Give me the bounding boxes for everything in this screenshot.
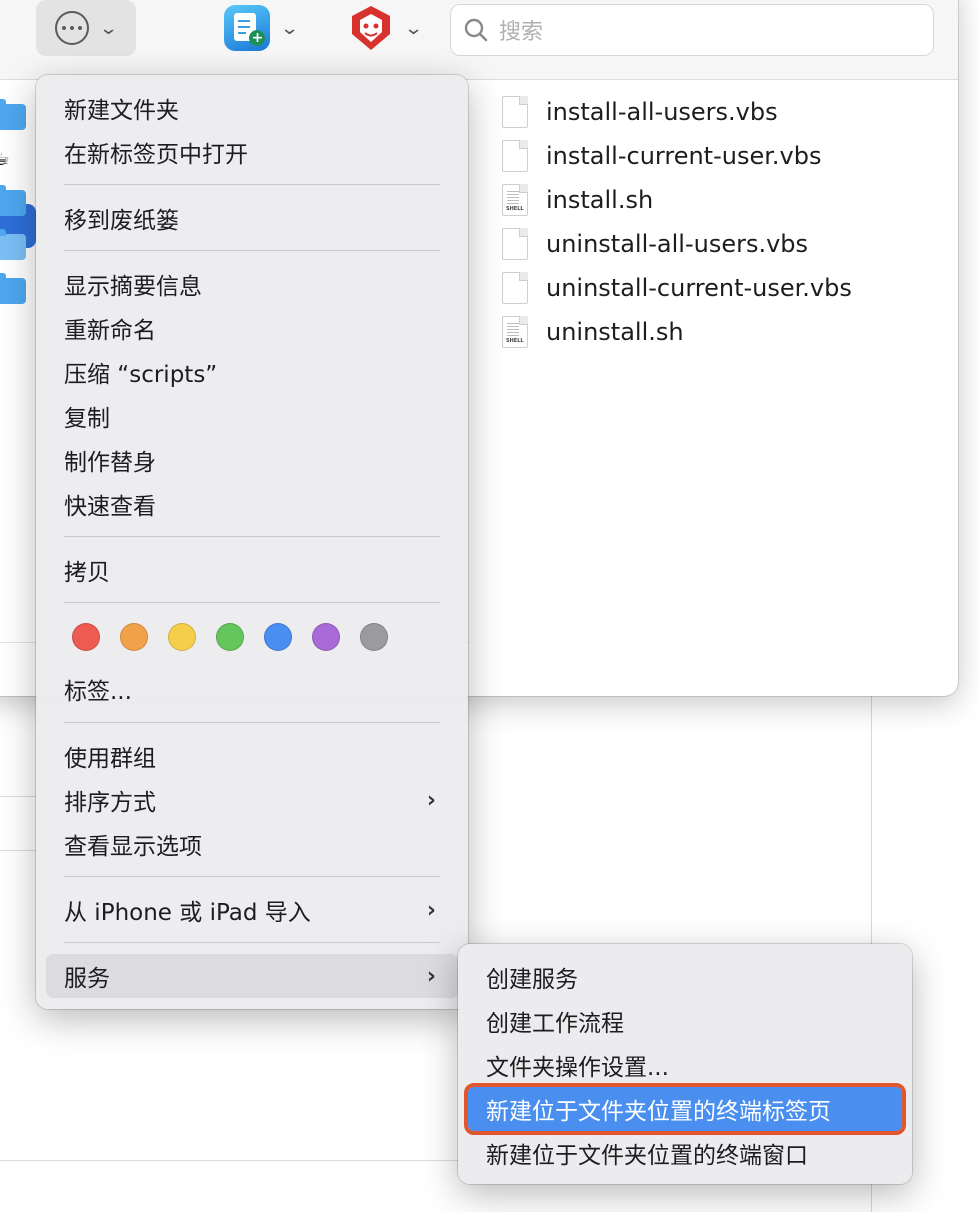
shield-app-icon (348, 4, 394, 52)
menu-separator (64, 876, 440, 877)
tag-purple-dot[interactable] (312, 623, 340, 651)
menu-separator (64, 536, 440, 537)
file-name: uninstall-all-users.vbs (546, 230, 809, 258)
shell-script-icon: SHELL (502, 184, 528, 216)
file-row[interactable]: uninstall-all-users.vbs (502, 224, 808, 264)
tag-green-dot[interactable] (216, 623, 244, 651)
file-row[interactable]: uninstall-current-user.vbs (502, 268, 852, 308)
menu-item-services[interactable]: 服务 › (46, 954, 458, 998)
menu-item-sort-by[interactable]: 排序方式 › (46, 778, 458, 822)
chevron-right-icon: › (426, 897, 436, 923)
tag-blue-dot[interactable] (264, 623, 292, 651)
menu-item-new-folder[interactable]: 新建文件夹 (46, 86, 458, 130)
menu-item-show-view-options[interactable]: 查看显示选项 (46, 822, 458, 866)
tag-color-picker (72, 623, 388, 651)
menu-item-open-in-new-tab[interactable]: 在新标签页中打开 (46, 130, 458, 174)
file-row[interactable]: install-all-users.vbs (502, 92, 778, 132)
menu-separator (64, 722, 440, 723)
menu-item-copy[interactable]: 拷贝 (46, 548, 458, 592)
tag-gray-dot[interactable] (360, 623, 388, 651)
search-icon (464, 18, 488, 42)
more-actions-button[interactable]: ⌄ (36, 0, 136, 56)
folder-icon[interactable] (0, 229, 26, 260)
search-placeholder: 搜索 (499, 20, 544, 45)
shield-app-button[interactable]: ⌄ (340, 4, 430, 52)
submenu-item-new-terminal-tab[interactable]: 新建位于文件夹位置的终端标签页 (464, 1083, 906, 1135)
document-icon (502, 228, 528, 260)
file-name: install-current-user.vbs (546, 142, 822, 170)
coffee-icon[interactable]: ☕ (0, 146, 26, 172)
file-name: uninstall-current-user.vbs (546, 274, 852, 302)
new-file-app-button[interactable]: + ⌄ (216, 5, 306, 51)
file-row[interactable]: install-current-user.vbs (502, 136, 821, 176)
chevron-right-icon: › (426, 963, 436, 989)
folder-icon[interactable] (0, 273, 26, 304)
file-row[interactable]: SHELL install.sh (502, 180, 653, 220)
menu-item-import-from-iphone[interactable]: 从 iPhone 或 iPad 导入 › (46, 888, 458, 932)
chevron-down-icon: ⌄ (404, 17, 424, 39)
folder-icon[interactable] (0, 185, 26, 216)
document-icon (502, 140, 528, 172)
tag-yellow-dot[interactable] (168, 623, 196, 651)
file-name: uninstall.sh (546, 318, 684, 346)
tag-red-dot[interactable] (72, 623, 100, 651)
menu-separator (64, 184, 440, 185)
divider (0, 796, 40, 797)
search-field[interactable]: 搜索 (450, 4, 934, 56)
submenu-item-create-workflow[interactable]: 创建工作流程 (468, 999, 902, 1043)
tag-orange-dot[interactable] (120, 623, 148, 651)
menu-separator (64, 602, 440, 603)
file-row[interactable]: SHELL uninstall.sh (502, 312, 684, 352)
menu-item-use-groups[interactable]: 使用群组 (46, 734, 458, 778)
menu-item-get-info[interactable]: 显示摘要信息 (46, 262, 458, 306)
menu-item-quick-look[interactable]: 快速查看 (46, 482, 458, 526)
menu-item-compress[interactable]: 压缩 “scripts” (46, 350, 458, 394)
divider (0, 850, 40, 851)
services-submenu: 创建服务 创建工作流程 文件夹操作设置... 新建位于文件夹位置的终端标签页 新… (458, 944, 912, 1184)
document-icon (502, 272, 528, 304)
submenu-item-create-service[interactable]: 创建服务 (468, 955, 902, 999)
shell-script-icon: SHELL (502, 316, 528, 348)
chevron-right-icon: › (426, 787, 436, 813)
context-menu: 新建文件夹 在新标签页中打开 移到废纸篓 显示摘要信息 重新命名 压缩 “scr… (36, 75, 468, 1009)
menu-item-rename[interactable]: 重新命名 (46, 306, 458, 350)
chevron-down-icon: ⌄ (99, 17, 119, 39)
menu-item-move-to-trash[interactable]: 移到废纸篓 (46, 196, 458, 240)
toolbar: ⌄ + ⌄ ⌄ 搜索 (0, 0, 958, 80)
chevron-down-icon: ⌄ (280, 17, 300, 39)
file-name: install.sh (546, 186, 654, 214)
submenu-item-folder-actions-setup[interactable]: 文件夹操作设置... (468, 1043, 902, 1087)
menu-separator (64, 250, 440, 251)
folder-icon[interactable] (0, 99, 26, 130)
menu-separator (64, 942, 440, 943)
ellipsis-circle-icon (55, 11, 90, 45)
menu-item-tags[interactable]: 标签... (46, 667, 458, 711)
submenu-item-new-terminal-window[interactable]: 新建位于文件夹位置的终端窗口 (468, 1131, 902, 1175)
menu-item-duplicate[interactable]: 复制 (46, 394, 458, 438)
file-name: install-all-users.vbs (546, 98, 778, 126)
new-file-app-icon: + (224, 5, 271, 51)
document-icon (502, 96, 528, 128)
menu-item-make-alias[interactable]: 制作替身 (46, 438, 458, 482)
